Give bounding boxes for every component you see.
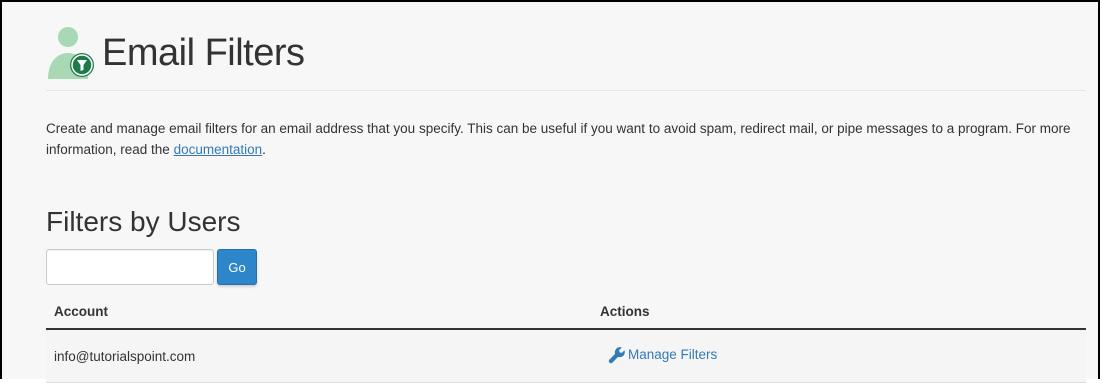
search-input[interactable] [46, 249, 214, 285]
section-title: Filters by Users [46, 206, 241, 237]
page-frame: Email Filters Create and manage email fi… [0, 0, 1100, 383]
title-divider [46, 90, 1086, 91]
actions-cell: Manage Filters [600, 346, 1086, 367]
manage-filters-label: Manage Filters [628, 347, 718, 362]
page-description: Create and manage email filters for an e… [46, 118, 1096, 160]
wrench-icon [608, 346, 626, 364]
page-title: Email Filters [102, 32, 305, 74]
filters-table: Account Actions info@tutorialspoint.com … [46, 294, 1086, 383]
go-button[interactable]: Go [217, 249, 257, 285]
user-filter-icon [46, 19, 100, 81]
search-row: Go [46, 249, 257, 285]
page-header: Email Filters [46, 18, 305, 82]
table-header: Account Actions [46, 294, 1086, 330]
account-cell: info@tutorialspoint.com [54, 348, 196, 364]
description-end: . [262, 142, 266, 157]
column-header-account[interactable]: Account [46, 304, 600, 319]
documentation-link[interactable]: documentation [174, 142, 263, 157]
manage-filters-link[interactable]: Manage Filters [608, 346, 717, 364]
table-row: info@tutorialspoint.com Manage Filters [46, 330, 1086, 383]
column-header-actions: Actions [600, 303, 650, 319]
